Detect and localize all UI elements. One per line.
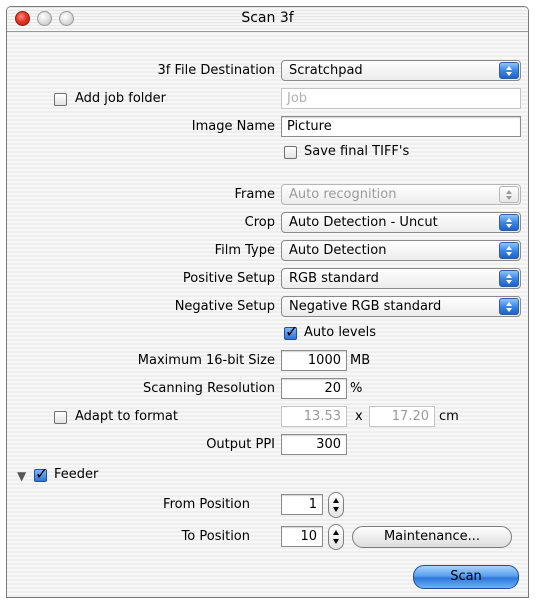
adapt-format-label: Adapt to format <box>75 409 178 424</box>
image-name-field[interactable]: Picture <box>281 116 521 137</box>
from-position-field[interactable]: 1 <box>281 494 323 515</box>
checkmark-icon: ✓ <box>285 322 299 341</box>
destination-value: Scratchpad <box>289 63 363 78</box>
scan-window: Scan 3f 3f File Destination Scratchpad A… <box>6 6 529 598</box>
output-ppi-label: Output PPI <box>206 437 275 452</box>
popup-arrows-icon <box>499 242 519 259</box>
auto-levels-label: Auto levels <box>304 325 377 340</box>
maintenance-button[interactable]: Maintenance... <box>352 526 512 548</box>
to-position-field[interactable]: 10 <box>281 526 323 547</box>
save-final-tiffs-checkbox[interactable] <box>284 146 297 159</box>
window-title: Scan 3f <box>241 10 294 26</box>
title-bar[interactable]: Scan 3f <box>7 7 528 32</box>
negative-setup-label: Negative Setup <box>174 299 275 314</box>
add-job-folder-checkbox[interactable] <box>54 93 67 106</box>
from-position-stepper[interactable] <box>328 492 344 518</box>
popup-arrows-icon <box>499 298 519 315</box>
format-unit: cm <box>439 409 459 424</box>
adapt-format-checkbox[interactable] <box>54 411 67 424</box>
save-final-tiffs-label: Save final TIFF's <box>304 144 410 159</box>
positive-setup-label: Positive Setup <box>182 271 275 286</box>
crop-value: Auto Detection - Uncut <box>289 215 438 230</box>
positive-setup-popup[interactable]: RGB standard <box>281 268 521 289</box>
frame-value: Auto recognition <box>289 187 397 202</box>
feeder-label: Feeder <box>54 467 99 482</box>
from-position-label: From Position <box>163 497 250 512</box>
scan-resolution-field[interactable]: 20 <box>281 378 347 399</box>
to-position-stepper[interactable] <box>328 524 344 550</box>
add-job-folder-label: Add job folder <box>75 91 166 106</box>
scan-resolution-label: Scanning Resolution <box>142 381 275 396</box>
disclosure-triangle-icon[interactable]: ▼ <box>17 469 26 483</box>
positive-setup-value: RGB standard <box>289 271 379 286</box>
max-size-unit: MB <box>350 353 371 368</box>
film-type-popup[interactable]: Auto Detection <box>281 240 521 261</box>
popup-arrows-icon <box>499 270 519 287</box>
scan-resolution-unit: % <box>350 381 363 396</box>
max-size-label: Maximum 16-bit Size <box>137 353 275 368</box>
destination-popup[interactable]: Scratchpad <box>281 60 521 81</box>
popup-arrows-icon <box>499 62 519 79</box>
format-separator: x <box>355 409 363 424</box>
popup-arrows-icon <box>499 186 519 203</box>
format-width-field: 13.53 <box>281 406 347 427</box>
popup-arrows-icon <box>499 214 519 231</box>
film-type-value: Auto Detection <box>289 243 387 258</box>
crop-popup[interactable]: Auto Detection - Uncut <box>281 212 521 233</box>
format-height-field: 17.20 <box>369 406 435 427</box>
frame-popup: Auto recognition <box>281 184 521 205</box>
negative-setup-popup[interactable]: Negative RGB standard <box>281 296 521 317</box>
max-size-field[interactable]: 1000 <box>281 350 347 371</box>
negative-setup-value: Negative RGB standard <box>289 299 442 314</box>
crop-label: Crop <box>244 215 275 230</box>
frame-label: Frame <box>234 187 275 202</box>
scan-button[interactable]: Scan <box>413 565 519 589</box>
film-type-label: Film Type <box>214 243 275 258</box>
auto-levels-checkbox[interactable]: ✓ <box>284 322 298 341</box>
destination-label: 3f File Destination <box>157 63 275 78</box>
output-ppi-field[interactable]: 300 <box>281 434 347 455</box>
image-name-label: Image Name <box>191 119 275 134</box>
checkmark-icon: ✓ <box>35 464 49 483</box>
to-position-label: To Position <box>181 529 250 544</box>
job-folder-field[interactable]: Job <box>281 88 521 109</box>
feeder-checkbox[interactable]: ✓ <box>34 464 48 483</box>
